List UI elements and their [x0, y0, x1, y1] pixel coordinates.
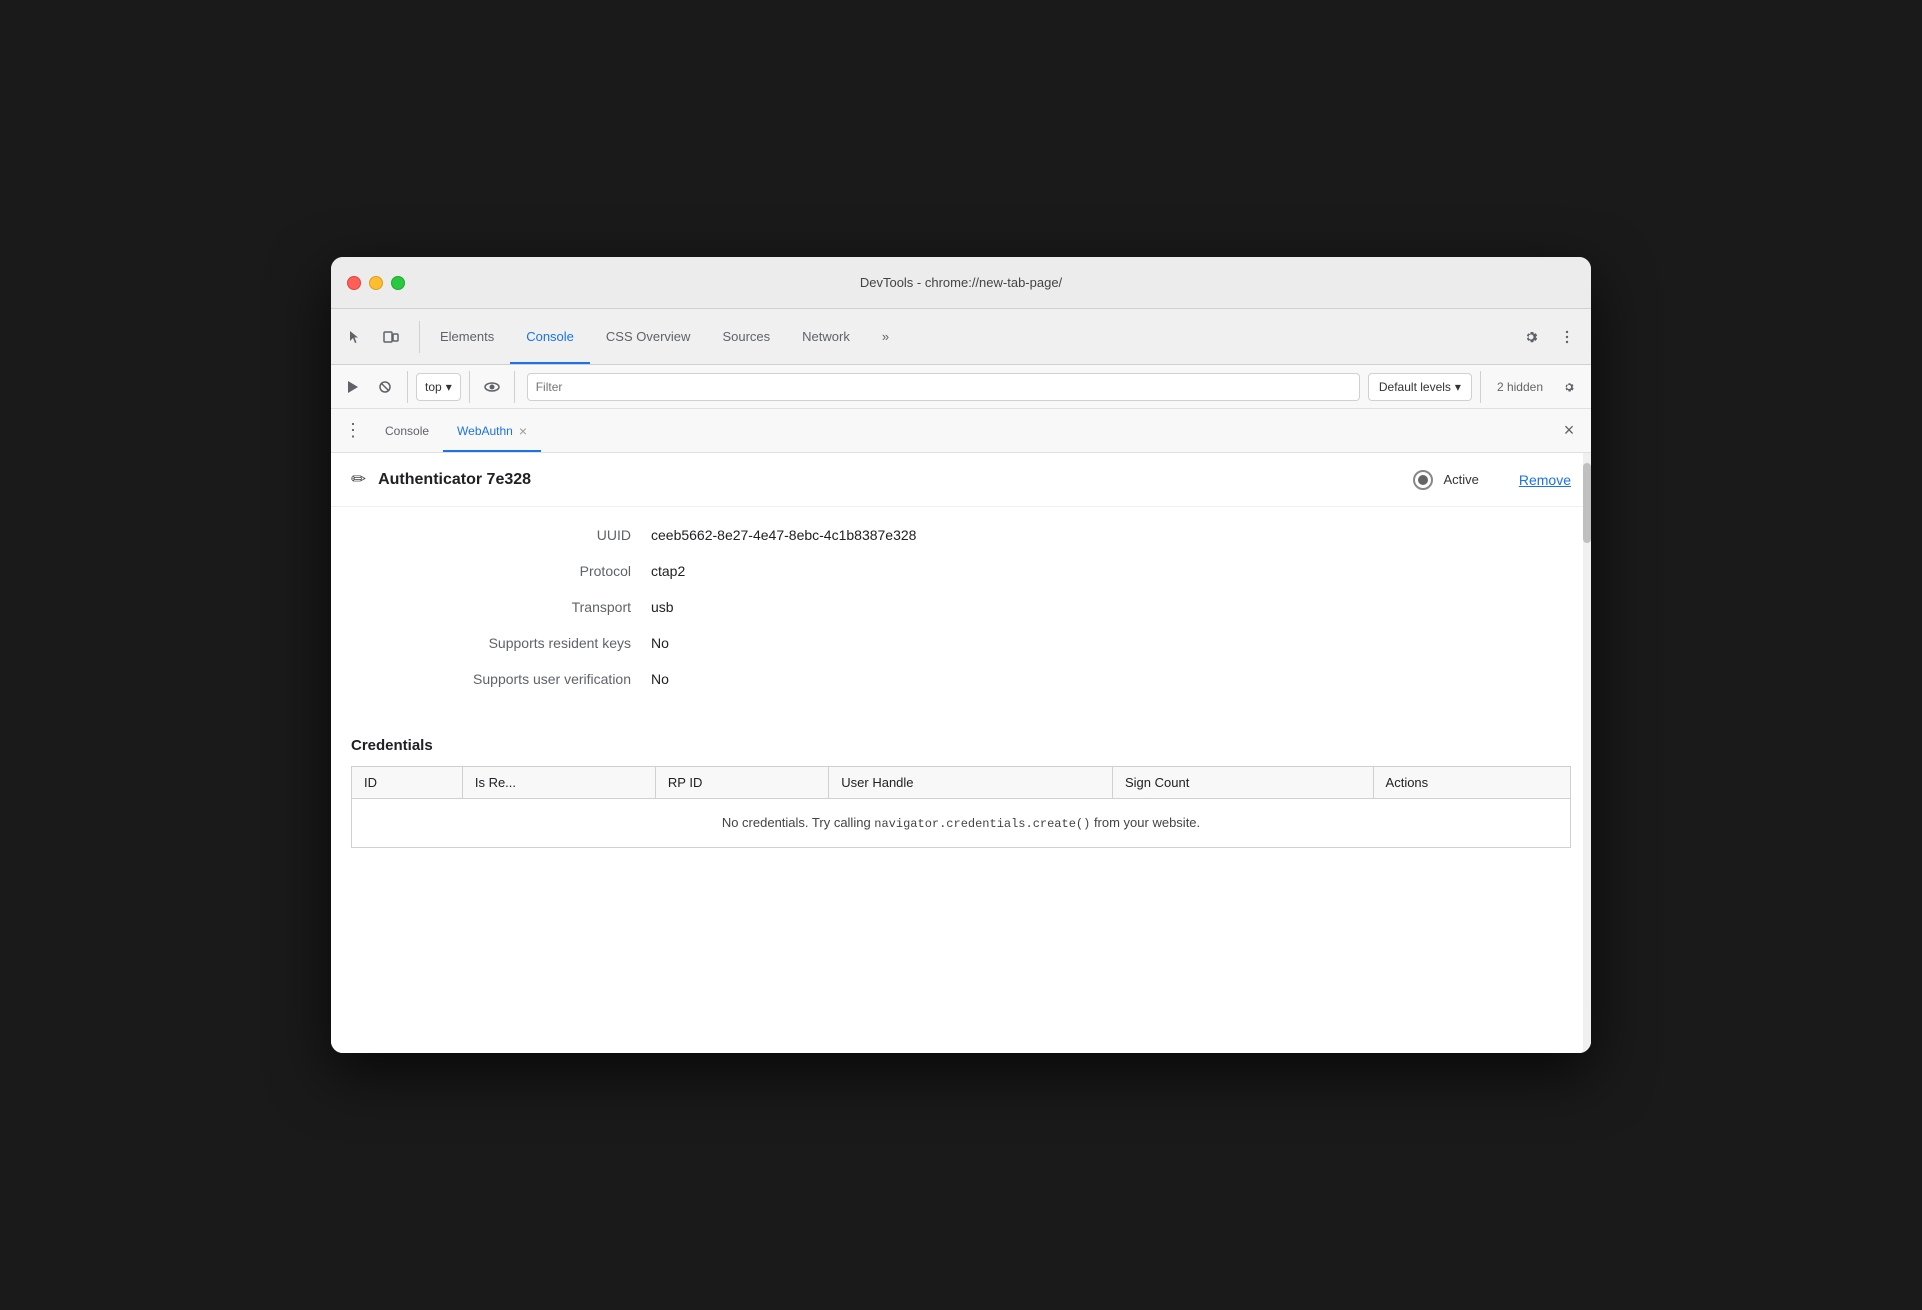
user-verification-label: Supports user verification: [371, 671, 651, 687]
col-actions: Actions: [1373, 767, 1570, 799]
minimize-button[interactable]: [369, 276, 383, 290]
no-credentials-text: No credentials. Try calling navigator.cr…: [722, 815, 1200, 830]
uuid-row: UUID ceeb5662-8e27-4e47-8ebc-4c1b8387e32…: [371, 527, 1551, 543]
window-title: DevTools - chrome://new-tab-page/: [860, 275, 1062, 290]
tab-more[interactable]: »: [866, 309, 905, 364]
hidden-count: 2 hidden: [1489, 380, 1551, 394]
context-selector[interactable]: top ▾: [416, 373, 461, 401]
console-divider: [407, 371, 408, 403]
col-signcount: Sign Count: [1112, 767, 1373, 799]
toolbar-right: [1515, 321, 1583, 353]
user-verification-row: Supports user verification No: [371, 671, 1551, 687]
console-toolbar: top ▾ Default levels ▾ 2 hidden: [331, 365, 1591, 409]
sec-tab-webauthn[interactable]: WebAuthn ×: [443, 409, 541, 452]
console-divider3: [514, 371, 515, 403]
levels-button[interactable]: Default levels ▾: [1368, 373, 1472, 401]
console-divider4: [1480, 371, 1481, 403]
tab-css-overview[interactable]: CSS Overview: [590, 309, 707, 364]
resident-keys-label: Supports resident keys: [371, 635, 651, 651]
sec-tab-console[interactable]: Console: [371, 409, 443, 452]
scroll-thumb[interactable]: [1583, 463, 1591, 543]
tab-close-icon[interactable]: ×: [519, 424, 527, 438]
uuid-value: ceeb5662-8e27-4e47-8ebc-4c1b8387e328: [651, 527, 916, 543]
col-userhandle: User Handle: [829, 767, 1113, 799]
protocol-value: ctap2: [651, 563, 685, 579]
credentials-section: Credentials ID Is Re... RP ID User Handl…: [331, 727, 1591, 868]
authenticator-title: Authenticator 7e328: [378, 471, 1413, 489]
active-label: Active: [1443, 472, 1478, 487]
secondary-tabs: ⋮ Console WebAuthn × ×: [331, 409, 1591, 453]
credentials-title: Credentials: [351, 737, 1571, 754]
toolbar-divider: [419, 321, 420, 353]
remove-link[interactable]: Remove: [1519, 472, 1571, 488]
run-icon-button[interactable]: [339, 373, 367, 401]
more-options-button[interactable]: [1551, 321, 1583, 353]
tab-network[interactable]: Network: [786, 309, 866, 364]
titlebar: DevTools - chrome://new-tab-page/: [331, 257, 1591, 309]
uuid-label: UUID: [371, 527, 651, 543]
col-rpid: RP ID: [655, 767, 828, 799]
code-sample: navigator.credentials.create(): [874, 817, 1090, 831]
content-wrapper: ✏ Authenticator 7e328 Active Remove UUID…: [331, 453, 1591, 1053]
protocol-label: Protocol: [371, 563, 651, 579]
console-divider2: [469, 371, 470, 403]
credentials-table: ID Is Re... RP ID User Handle Sign Count…: [351, 766, 1571, 848]
eye-icon-button[interactable]: [478, 373, 506, 401]
main-tabs: Elements Console CSS Overview Sources Ne…: [424, 309, 1515, 364]
panel-close-button[interactable]: ×: [1555, 417, 1583, 445]
col-id: ID: [352, 767, 463, 799]
transport-label: Transport: [371, 599, 651, 615]
close-button[interactable]: [347, 276, 361, 290]
clear-icon-button[interactable]: [371, 373, 399, 401]
devtools-chrome: Elements Console CSS Overview Sources Ne…: [331, 309, 1591, 1053]
maximize-button[interactable]: [391, 276, 405, 290]
tab-elements[interactable]: Elements: [424, 309, 510, 364]
radio-inner: [1418, 475, 1428, 485]
tab-console[interactable]: Console: [510, 309, 590, 364]
settings-button[interactable]: [1515, 321, 1547, 353]
tab-sources[interactable]: Sources: [706, 309, 786, 364]
scroll-track: [1583, 453, 1591, 1053]
toolbar-icons: [339, 321, 407, 353]
authenticator-header: ✏ Authenticator 7e328 Active Remove: [331, 453, 1591, 507]
no-credentials-cell: No credentials. Try calling navigator.cr…: [352, 799, 1571, 848]
table-header-row: ID Is Re... RP ID User Handle Sign Count…: [352, 767, 1571, 799]
devtools-window: DevTools - chrome://new-tab-page/: [331, 257, 1591, 1053]
active-indicator: Active: [1413, 470, 1478, 490]
edit-icon[interactable]: ✏: [351, 469, 366, 490]
radio-button[interactable]: [1413, 470, 1433, 490]
col-isre: Is Re...: [462, 767, 655, 799]
protocol-row: Protocol ctap2: [371, 563, 1551, 579]
properties-grid: UUID ceeb5662-8e27-4e47-8ebc-4c1b8387e32…: [331, 507, 1591, 727]
console-settings-button[interactable]: [1555, 373, 1583, 401]
resident-keys-value: No: [651, 635, 669, 651]
traffic-lights: [347, 276, 405, 290]
filter-input[interactable]: [527, 373, 1360, 401]
user-verification-value: No: [651, 671, 669, 687]
resident-keys-row: Supports resident keys No: [371, 635, 1551, 651]
transport-value: usb: [651, 599, 674, 615]
main-content: ✏ Authenticator 7e328 Active Remove UUID…: [331, 453, 1591, 1053]
transport-row: Transport usb: [371, 599, 1551, 615]
device-toggle-button[interactable]: [375, 321, 407, 353]
cursor-icon-button[interactable]: [339, 321, 371, 353]
top-toolbar: Elements Console CSS Overview Sources Ne…: [331, 309, 1591, 365]
tab-menu-button[interactable]: ⋮: [339, 417, 367, 445]
no-credentials-row: No credentials. Try calling navigator.cr…: [352, 799, 1571, 848]
